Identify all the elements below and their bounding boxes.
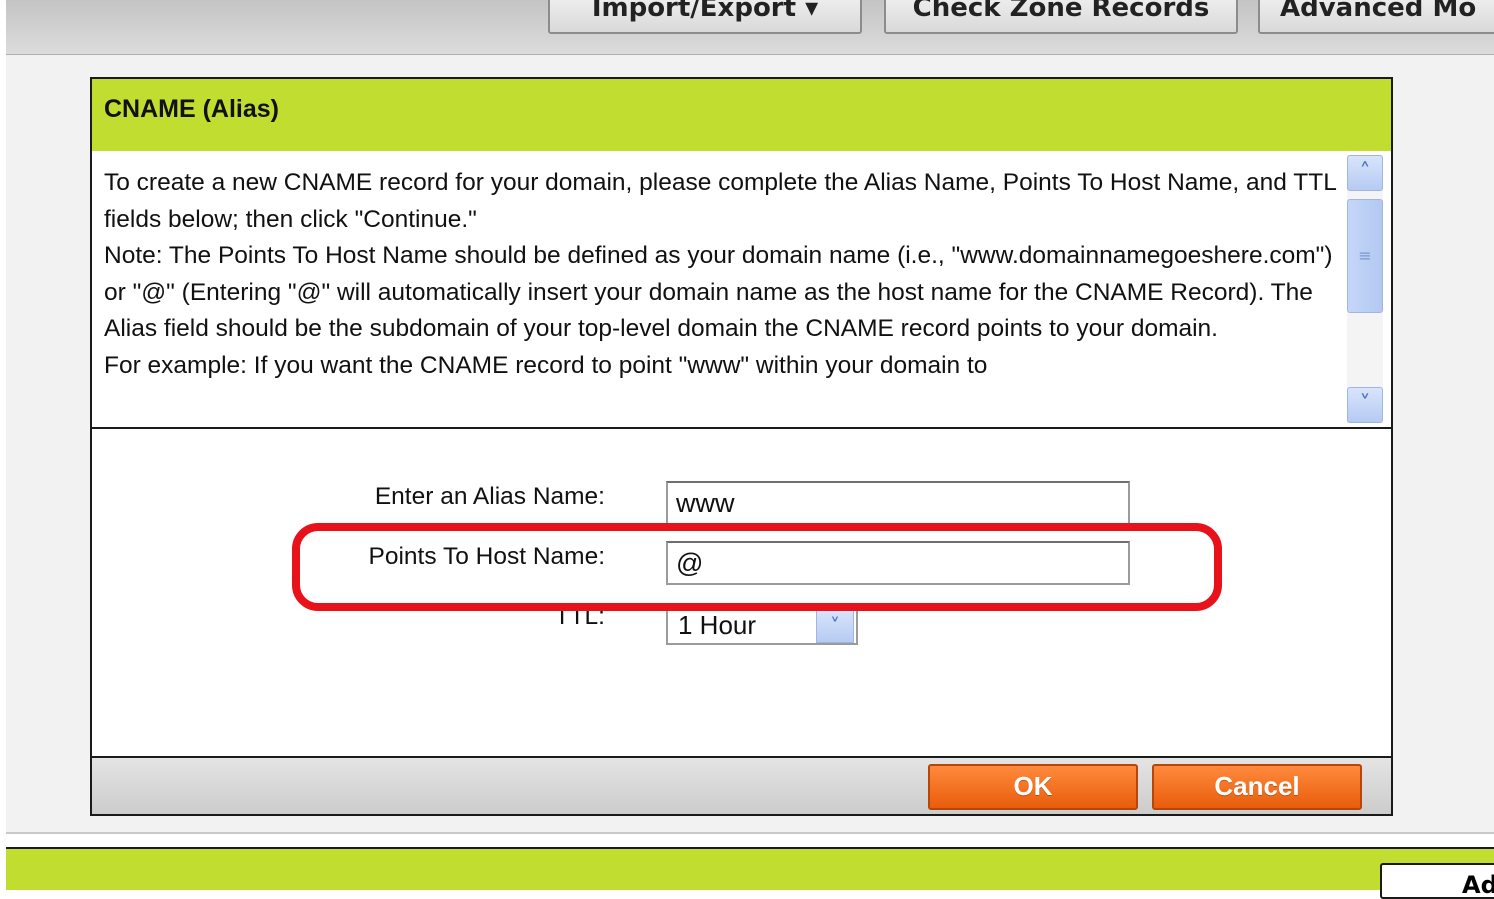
alias-name-label: Enter an Alias Name: (374, 483, 605, 510)
scroll-thumb[interactable]: ≡ (1347, 199, 1383, 313)
ttl-label: TTL: (554, 603, 605, 630)
dialog-footer: OK Cancel (92, 756, 1391, 814)
dialog-title: CNAME (Alias) (104, 95, 280, 123)
vertical-scrollbar[interactable]: ˄ ≡ ˅ (1347, 155, 1383, 423)
instructions-text: To create a new CNAME record for your do… (104, 165, 1339, 384)
import-export-button[interactable]: Import/Export ▾ (548, 0, 862, 34)
check-zone-records-button[interactable]: Check Zone Records (884, 0, 1238, 34)
instructions-panel[interactable]: To create a new CNAME record for your do… (92, 151, 1391, 429)
top-toolbar: Import/Export ▾ Check Zone Records Advan… (6, 0, 1494, 55)
dialog-header: CNAME (Alias) (92, 79, 1391, 153)
points-to-host-label: Points To Host Name: (368, 543, 605, 570)
instructions-paragraph: Note: The Points To Host Name should be … (104, 242, 1333, 342)
scroll-down-arrow-icon[interactable]: ˅ (1347, 387, 1383, 423)
chevron-down-icon[interactable]: ˅ (816, 609, 854, 643)
next-section-header (6, 847, 1494, 890)
add-button[interactable]: Ad (1380, 863, 1494, 899)
ttl-select[interactable]: 1 Hour ˅ (666, 605, 858, 645)
alias-name-input[interactable] (666, 481, 1130, 525)
advanced-mode-button[interactable]: Advanced Mo (1258, 0, 1494, 34)
cancel-button[interactable]: Cancel (1152, 764, 1362, 810)
instructions-paragraph: To create a new CNAME record for your do… (104, 169, 1336, 233)
ok-button[interactable]: OK (928, 764, 1138, 810)
cname-dialog: CNAME (Alias) To create a new CNAME reco… (90, 77, 1393, 816)
ttl-selected-value: 1 Hour (678, 610, 757, 640)
points-to-host-input[interactable] (666, 541, 1130, 585)
scroll-up-arrow-icon[interactable]: ˄ (1347, 155, 1383, 191)
instructions-paragraph: For example: If you want the CNAME recor… (104, 351, 988, 379)
